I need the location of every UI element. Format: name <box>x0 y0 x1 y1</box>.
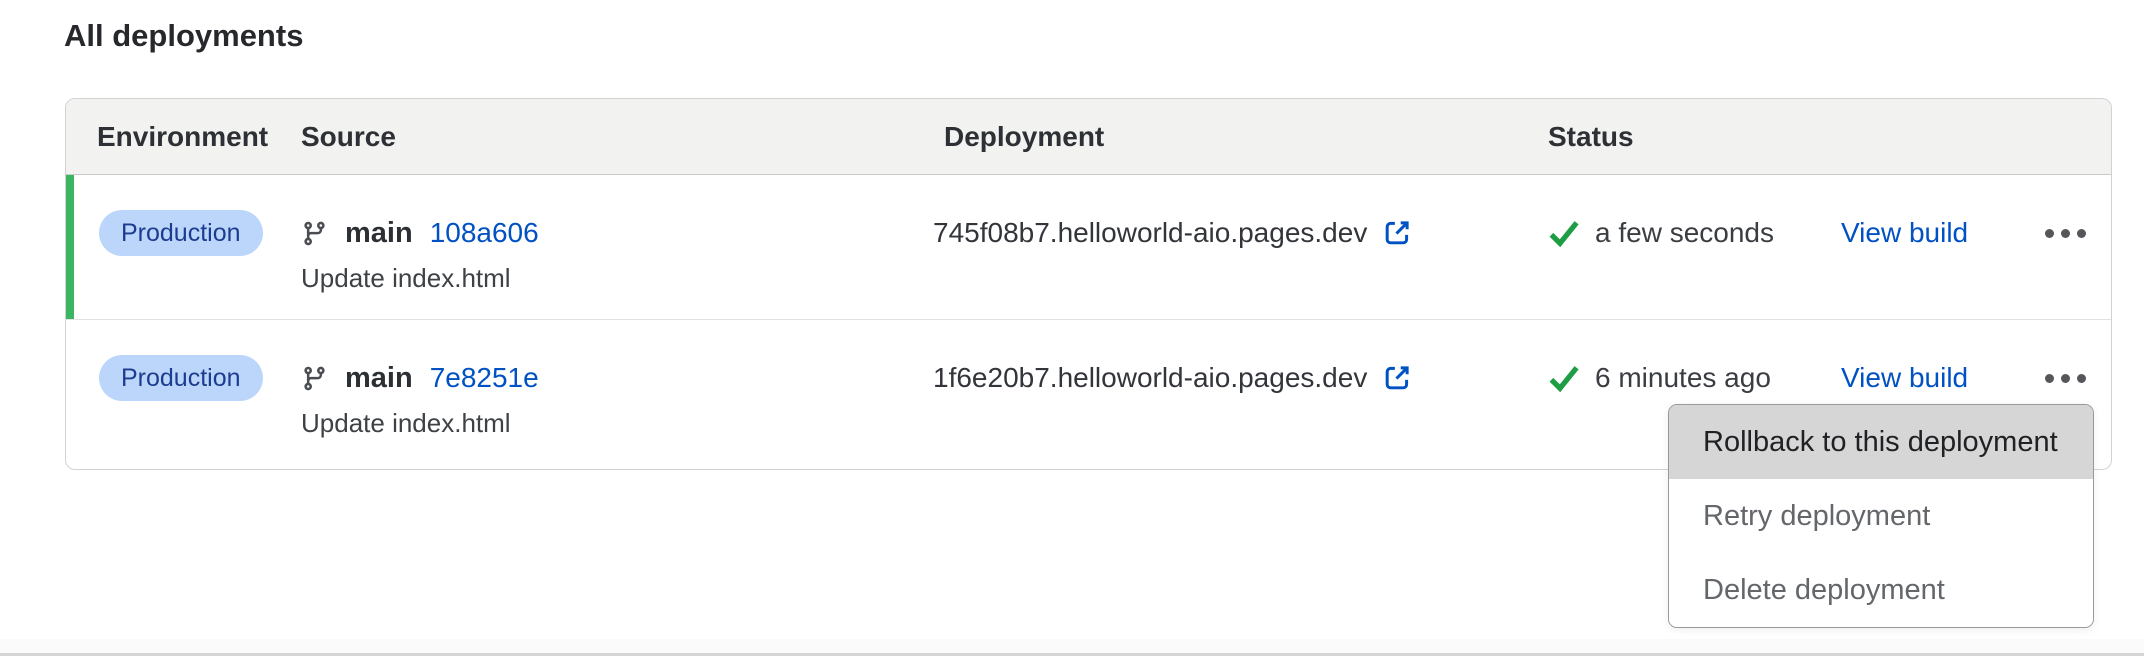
deployment-url: 1f6e20b7.helloworld-aio.pages.dev <box>933 362 1367 394</box>
kebab-menu-icon <box>2045 229 2054 238</box>
page-title: All deployments <box>64 18 303 54</box>
column-header-environment: Environment <box>97 99 268 175</box>
page-bottom-divider <box>0 639 2144 656</box>
git-branch-icon <box>301 220 328 247</box>
check-icon <box>1548 217 1580 249</box>
kebab-menu-icon <box>2045 374 2054 383</box>
external-link-icon[interactable] <box>1381 362 1413 394</box>
status-text: a few seconds <box>1595 217 1774 249</box>
status-cell: a few seconds <box>1548 210 1774 256</box>
deployment-cell: 1f6e20b7.helloworld-aio.pages.dev <box>933 355 1413 401</box>
column-header-status: Status <box>1548 99 1634 175</box>
branch-name: main <box>345 217 413 250</box>
table-header-row: Environment Source Deployment Status <box>66 99 2111 175</box>
git-branch-icon <box>301 365 328 392</box>
environment-badge: Production <box>99 210 263 256</box>
external-link-icon[interactable] <box>1381 217 1413 249</box>
view-build-link[interactable]: View build <box>1841 210 1968 256</box>
commit-hash-link[interactable]: 108a606 <box>430 217 539 249</box>
view-build-link[interactable]: View build <box>1841 355 1968 401</box>
commit-message: Update index.html <box>301 408 511 439</box>
deployment-context-menu: Rollback to this deployment Retry deploy… <box>1668 404 2094 628</box>
source-cell: main 7e8251e <box>301 355 539 401</box>
source-cell: main 108a606 <box>301 210 539 256</box>
deployments-page: All deployments Environment Source Deplo… <box>0 0 2144 662</box>
current-deployment-indicator <box>66 175 74 319</box>
commit-message: Update index.html <box>301 263 511 294</box>
check-icon <box>1548 362 1580 394</box>
menu-item-rollback[interactable]: Rollback to this deployment <box>1669 405 2093 479</box>
column-header-deployment: Deployment <box>944 99 1104 175</box>
menu-item-delete[interactable]: Delete deployment <box>1669 553 2093 627</box>
status-text: 6 minutes ago <box>1595 362 1771 394</box>
deployment-cell: 745f08b7.helloworld-aio.pages.dev <box>933 210 1413 256</box>
menu-item-retry[interactable]: Retry deployment <box>1669 479 2093 553</box>
branch-name: main <box>345 362 413 395</box>
environment-badge: Production <box>99 355 263 401</box>
commit-hash-link[interactable]: 7e8251e <box>430 362 539 394</box>
status-cell: 6 minutes ago <box>1548 355 1771 401</box>
kebab-menu-button[interactable] <box>2033 210 2097 256</box>
deployment-url: 745f08b7.helloworld-aio.pages.dev <box>933 217 1367 249</box>
kebab-menu-button[interactable] <box>2033 355 2097 401</box>
column-header-source: Source <box>301 99 396 175</box>
table-row: Production main 108a606 Update index.htm… <box>66 175 2111 319</box>
